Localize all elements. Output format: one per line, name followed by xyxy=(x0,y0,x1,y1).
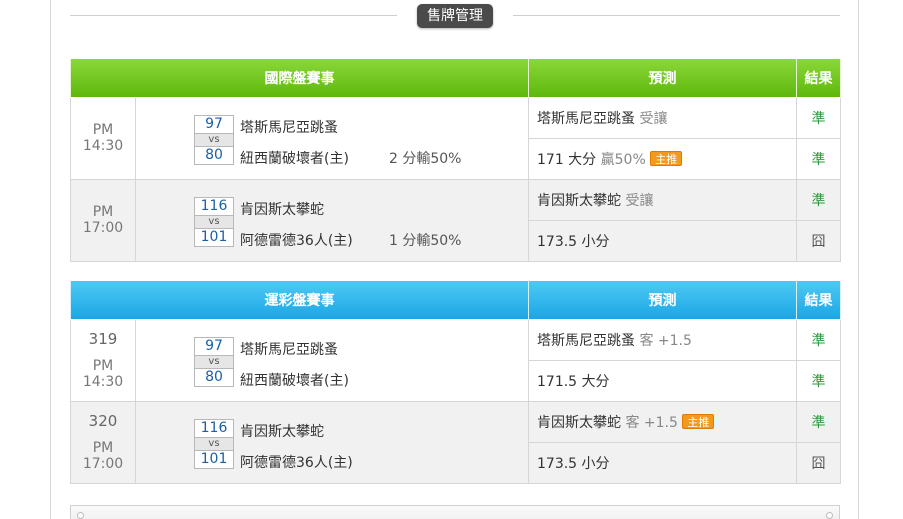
prediction-cell: 肯因斯太攀蛇 受讓 xyxy=(528,178,797,221)
result-mark: 準 xyxy=(796,318,841,361)
table-row: 319 PM 14:30 97 vs 80 塔斯馬尼亞跳蚤 紐西蘭破壞者(主) … xyxy=(70,318,841,402)
prediction-text: 171.5 大分 xyxy=(537,373,610,390)
prediction-cell: 塔斯馬尼亞跳蚤 客 +1.5 xyxy=(528,318,797,361)
team1-name[interactable]: 肯因斯太攀蛇 xyxy=(240,199,324,219)
team1-score: 116 xyxy=(194,418,234,438)
team1-score: 116 xyxy=(194,196,234,216)
game-time: PM 14:30 xyxy=(70,96,136,180)
intl-header-result: 結果 xyxy=(796,59,841,98)
intl-header-prediction: 預測 xyxy=(528,59,797,98)
vs-label: vs xyxy=(194,437,234,450)
vs-label: vs xyxy=(194,355,234,368)
game-info-cell: 319 PM 14:30 xyxy=(70,318,136,402)
team2-name[interactable]: 紐西蘭破壞者(主) xyxy=(240,370,349,390)
team2-name[interactable]: 阿德雷德36人(主) xyxy=(240,230,353,250)
corner-dot-icon xyxy=(77,512,84,519)
result-mark: 準 xyxy=(796,359,841,402)
section-header: 售牌管理 xyxy=(70,4,840,28)
team2-name[interactable]: 阿德雷德36人(主) xyxy=(240,452,353,472)
result-mark: 準 xyxy=(796,178,841,221)
result-mark: 囧 xyxy=(796,219,841,262)
team1-score: 97 xyxy=(194,114,234,134)
game-time: PM 17:00 xyxy=(82,440,124,472)
matchup-cell: 116 vs 101 肯因斯太攀蛇 阿德雷德36人(主) 1 分輸50% xyxy=(135,178,529,262)
result-mark: 準 xyxy=(796,400,841,443)
vs-label: vs xyxy=(194,215,234,228)
prediction-cell: 173.5 小分 xyxy=(528,219,797,262)
score-box: 97 vs 80 xyxy=(194,336,234,387)
prediction-text: 肯因斯太攀蛇 xyxy=(537,414,621,431)
score-box: 97 vs 80 xyxy=(194,114,234,165)
game-time: PM 14:30 xyxy=(82,358,124,390)
lottery-match-table: 運彩盤賽事 預測 結果 319 PM 14:30 97 vs 80 塔斯馬尼亞跳… xyxy=(70,281,841,484)
prediction-note: 贏50% xyxy=(600,151,646,168)
prediction-text: 171 大分 xyxy=(537,151,597,168)
intl-match-table: 國際盤賽事 預測 結果 PM 14:30 97 vs 80 塔斯馬尼亞跳蚤 紐西… xyxy=(70,59,841,262)
score-box: 116 vs 101 xyxy=(194,196,234,247)
team2-score: 80 xyxy=(194,367,234,387)
matchup-cell: 97 vs 80 塔斯馬尼亞跳蚤 紐西蘭破壞者(主) xyxy=(135,318,529,402)
page-border-right xyxy=(858,0,859,519)
table-row: 320 PM 17:00 116 vs 101 肯因斯太攀蛇 阿德雷德36人(主… xyxy=(70,400,841,484)
main-pick-badge: 主推 xyxy=(650,150,683,166)
game-number: 320 xyxy=(88,412,118,430)
prediction-text: 173.5 小分 xyxy=(537,455,610,472)
prediction-cell: 肯因斯太攀蛇 客 +1.5 主推 xyxy=(528,400,797,443)
prediction-note: 客 +1.5 xyxy=(639,332,692,349)
game-time: PM 17:00 xyxy=(70,178,136,262)
prediction-note: 受讓 xyxy=(625,192,654,209)
page-border-left xyxy=(50,0,51,519)
prediction-cell: 塔斯馬尼亞跳蚤 受讓 xyxy=(528,96,797,139)
result-mark: 囧 xyxy=(796,441,841,484)
prediction-cell: 171.5 大分 xyxy=(528,359,797,402)
intl-header-match: 國際盤賽事 xyxy=(70,59,529,98)
team2-name[interactable]: 紐西蘭破壞者(主) xyxy=(240,148,349,168)
table-row: PM 17:00 116 vs 101 肯因斯太攀蛇 阿德雷德36人(主) 1 … xyxy=(70,178,841,262)
team1-score: 97 xyxy=(194,336,234,356)
vs-label: vs xyxy=(194,133,234,146)
prediction-cell: 173.5 小分 xyxy=(528,441,797,484)
team2-score: 80 xyxy=(194,145,234,165)
section-title-button[interactable]: 售牌管理 xyxy=(417,4,493,28)
score-box: 116 vs 101 xyxy=(194,418,234,469)
corner-dot-icon xyxy=(826,512,833,519)
handicap-result: 2 分輸50% xyxy=(389,150,462,167)
divider-left xyxy=(70,15,397,16)
lottery-header-result: 結果 xyxy=(796,281,841,320)
team1-name[interactable]: 塔斯馬尼亞跳蚤 xyxy=(240,339,338,359)
table-row: PM 14:30 97 vs 80 塔斯馬尼亞跳蚤 紐西蘭破壞者(主) 2 分輸… xyxy=(70,96,841,180)
matchup-cell: 116 vs 101 肯因斯太攀蛇 阿德雷德36人(主) xyxy=(135,400,529,484)
prediction-text: 173.5 小分 xyxy=(537,233,610,250)
prediction-text: 肯因斯太攀蛇 xyxy=(537,192,621,209)
lottery-header-prediction: 預測 xyxy=(528,281,797,320)
prediction-note: 受讓 xyxy=(639,110,668,127)
lottery-header-match: 運彩盤賽事 xyxy=(70,281,529,320)
prediction-text: 塔斯馬尼亞跳蚤 xyxy=(537,110,635,127)
result-mark: 準 xyxy=(796,137,841,180)
team1-name[interactable]: 肯因斯太攀蛇 xyxy=(240,421,324,441)
prediction-cell: 171 大分 贏50% 主推 xyxy=(528,137,797,180)
game-number: 319 xyxy=(88,330,118,348)
prediction-text: 塔斯馬尼亞跳蚤 xyxy=(537,332,635,349)
team1-name[interactable]: 塔斯馬尼亞跳蚤 xyxy=(240,117,338,137)
team2-score: 101 xyxy=(194,449,234,469)
prediction-note: 客 +1.5 xyxy=(625,414,678,431)
game-info-cell: 320 PM 17:00 xyxy=(70,400,136,484)
result-mark: 準 xyxy=(796,96,841,139)
matchup-cell: 97 vs 80 塔斯馬尼亞跳蚤 紐西蘭破壞者(主) 2 分輸50% xyxy=(135,96,529,180)
divider-right xyxy=(513,15,840,16)
bottom-panel xyxy=(70,505,840,519)
team2-score: 101 xyxy=(194,227,234,247)
handicap-result: 1 分輸50% xyxy=(389,232,462,249)
main-pick-badge: 主推 xyxy=(682,413,715,429)
